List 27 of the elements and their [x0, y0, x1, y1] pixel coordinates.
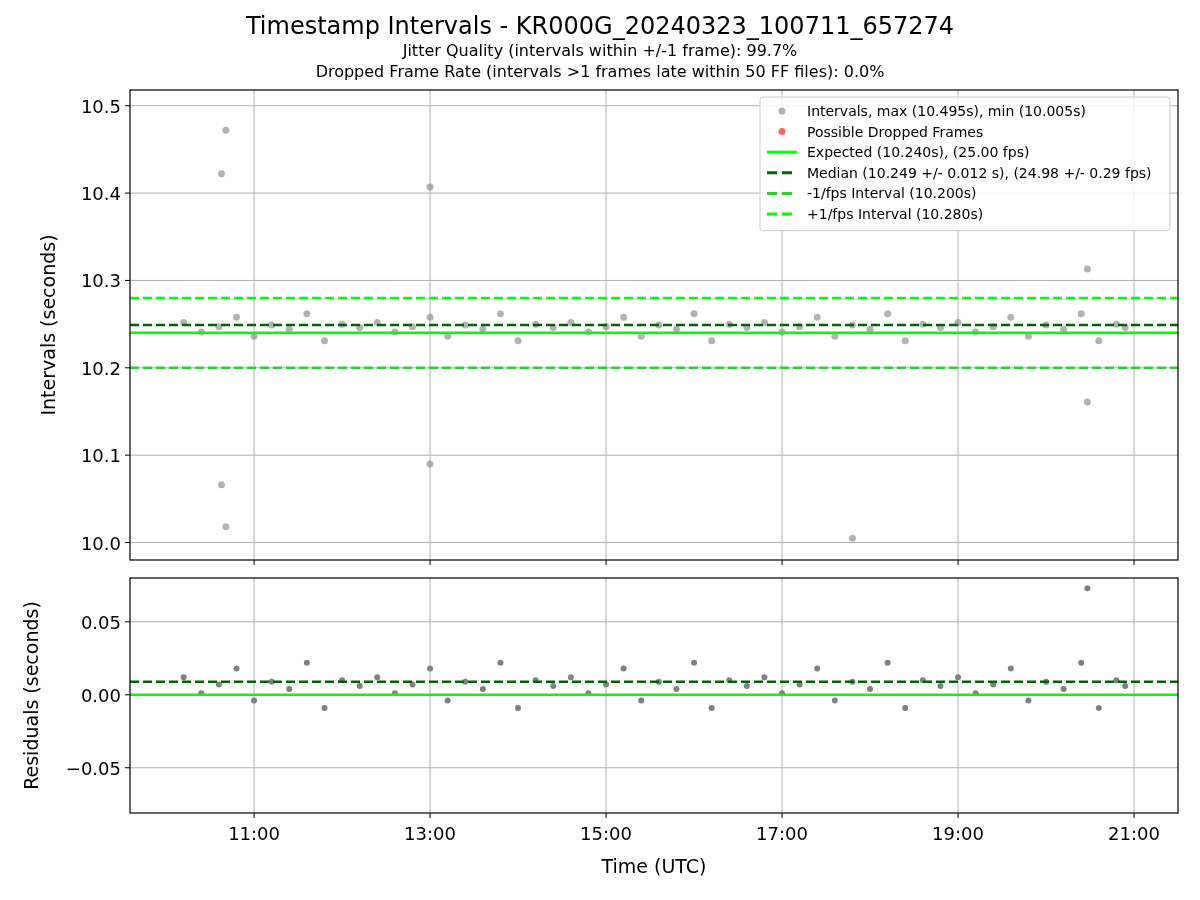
figure-subtitle: Jitter Quality (intervals within +/-1 frame): 99.7%	[402, 40, 798, 62]
tick-label: 15:00	[580, 823, 632, 844]
legend-label: Intervals, max (10.495s), min (10.005s)	[807, 103, 1086, 119]
axis-label: Residuals (seconds)	[20, 601, 42, 790]
tick-label: 10.3	[80, 270, 121, 292]
tick-label: 13:00	[404, 823, 456, 844]
tick-label: 0.05	[80, 611, 121, 633]
legend-label: Possible Dropped Frames	[807, 123, 984, 140]
axis-label: Time (UTC)	[601, 855, 707, 877]
legend-label: -1/fps Interval (10.200s)	[807, 185, 977, 202]
figure-subtitle: Dropped Frame Rate (intervals >1 frames late within 50 FF files): 0.0%	[315, 61, 885, 83]
tick-label: 0.00	[80, 684, 121, 706]
tick-label: 17:00	[756, 823, 808, 844]
tick-label: −0.05	[65, 757, 121, 779]
figure-title: Timestamp Intervals - KR000G_20240323_100711_657274	[245, 12, 955, 41]
tick-label: 19:00	[932, 823, 984, 844]
legend-label: Median (10.249 +/- 0.012 s), (24.98 +/- 0.29 fps)	[807, 164, 1152, 181]
tick-label: 21:00	[1108, 823, 1160, 844]
legend-label: +1/fps Interval (10.280s)	[807, 206, 984, 222]
axis-label: Intervals (seconds)	[37, 234, 59, 416]
tick-label: 11:00	[228, 823, 280, 844]
tick-label: 10.0	[80, 532, 121, 554]
tick-label: 10.5	[80, 95, 121, 117]
tick-label: 10.2	[80, 357, 121, 379]
tick-label: 10.1	[80, 445, 121, 467]
legend-label: Expected (10.240s), (25.00 fps)	[807, 144, 1030, 161]
tick-label: 10.4	[80, 183, 121, 205]
